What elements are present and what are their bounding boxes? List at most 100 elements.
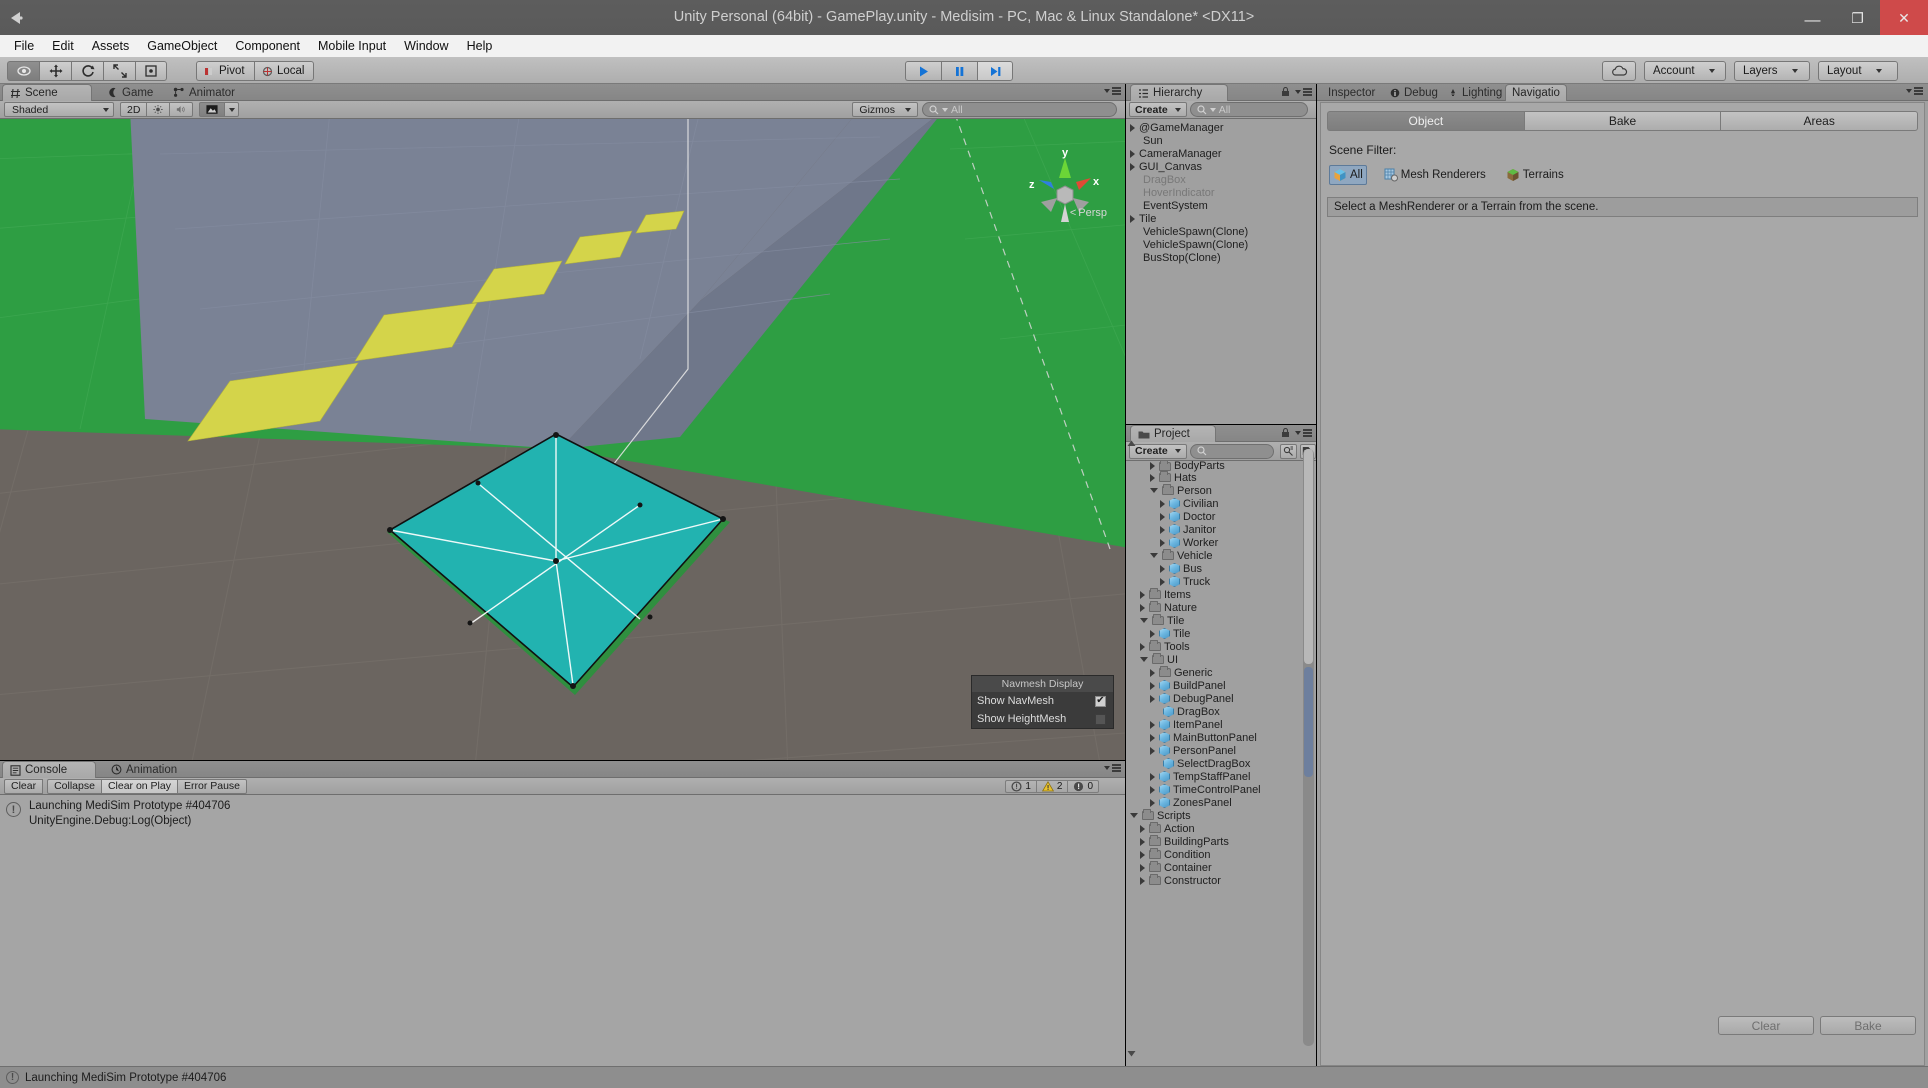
project-item[interactable]: PersonPanel xyxy=(1126,744,1316,757)
expand-triangle-icon[interactable] xyxy=(1150,462,1155,470)
expand-triangle-icon[interactable] xyxy=(1150,733,1155,742)
menu-window[interactable]: Window xyxy=(395,36,457,56)
navmesh-show-navmesh-row[interactable]: Show NavMesh ✔ xyxy=(972,692,1113,710)
scene-projection-label[interactable]: < Persp xyxy=(1070,207,1107,219)
nav-segment-bake[interactable]: Bake xyxy=(1523,111,1721,131)
collapse-triangle-icon[interactable] xyxy=(1150,553,1158,558)
project-item[interactable]: Items xyxy=(1126,588,1316,601)
gizmos-dropdown[interactable]: Gizmos xyxy=(852,102,918,117)
project-item[interactable]: Civilian xyxy=(1126,497,1316,510)
scene-3d-viewport[interactable]: y z x < Persp Navmesh Display Show NavMe… xyxy=(0,119,1125,760)
menu-component[interactable]: Component xyxy=(226,36,309,56)
draw-mode-dropdown[interactable]: Shaded xyxy=(4,102,114,117)
tab-console[interactable]: Console xyxy=(2,761,96,778)
navmesh-show-heightmesh-checkbox[interactable] xyxy=(1095,713,1106,725)
menu-edit[interactable]: Edit xyxy=(43,36,83,56)
bake-navmesh-button[interactable]: Bake xyxy=(1820,1016,1916,1035)
console-collapse-button[interactable]: Collapse xyxy=(47,778,102,794)
project-item[interactable]: MainButtonPanel xyxy=(1126,731,1316,744)
expand-triangle-icon[interactable] xyxy=(1130,162,1135,171)
layers-dropdown[interactable]: Layers xyxy=(1734,61,1810,81)
menu-mobile-input[interactable]: Mobile Input xyxy=(309,36,395,56)
expand-triangle-icon[interactable] xyxy=(1160,525,1165,534)
scale-tool-button[interactable] xyxy=(103,61,135,81)
project-item[interactable]: TempStaffPanel xyxy=(1126,770,1316,783)
project-item[interactable]: ItemPanel xyxy=(1126,718,1316,731)
hierarchy-item[interactable]: Sun xyxy=(1126,134,1316,147)
scene-lighting-toggle[interactable] xyxy=(146,102,171,117)
console-error-pause-button[interactable]: Error Pause xyxy=(176,778,248,794)
expand-triangle-icon[interactable] xyxy=(1150,772,1155,781)
hierarchy-item[interactable]: GUI_Canvas xyxy=(1126,160,1316,173)
project-item[interactable]: BuildingParts xyxy=(1126,835,1316,848)
nav-segment-object[interactable]: Object xyxy=(1327,111,1524,131)
tab-scene[interactable]: Scene xyxy=(2,84,92,101)
expand-triangle-icon[interactable] xyxy=(1140,863,1145,872)
project-item[interactable]: SelectDragBox xyxy=(1126,757,1316,770)
project-search-input[interactable] xyxy=(1189,443,1275,459)
local-toggle-button[interactable]: Local xyxy=(254,61,314,81)
project-item[interactable]: Hats xyxy=(1126,471,1316,484)
menu-file[interactable]: File xyxy=(5,36,43,56)
hierarchy-list[interactable]: @GameManager Sun CameraManager GUI_Canvas Dr… xyxy=(1126,119,1316,424)
project-item[interactable]: Constructor xyxy=(1126,874,1316,887)
scene-audio-toggle[interactable] xyxy=(169,102,194,117)
scene-effects-dropdown[interactable] xyxy=(224,102,240,117)
project-scrollbar[interactable] xyxy=(1303,449,1314,1046)
expand-triangle-icon[interactable] xyxy=(1150,681,1155,690)
project-item[interactable]: Tile xyxy=(1126,614,1316,627)
project-item[interactable]: Container xyxy=(1126,861,1316,874)
navmesh-display-popup[interactable]: Navmesh Display Show NavMesh ✔ Show Heig… xyxy=(971,675,1114,729)
hierarchy-create-button[interactable]: Create xyxy=(1129,102,1187,117)
project-item[interactable]: TimeControlPanel xyxy=(1126,783,1316,796)
expand-triangle-icon[interactable] xyxy=(1140,837,1145,846)
expand-triangle-icon[interactable] xyxy=(1150,785,1155,794)
menu-gameobject[interactable]: GameObject xyxy=(138,36,226,56)
project-item[interactable]: Action xyxy=(1126,822,1316,835)
hierarchy-item[interactable]: CameraManager xyxy=(1126,147,1316,160)
menu-assets[interactable]: Assets xyxy=(83,36,139,56)
tab-game[interactable]: Game xyxy=(100,84,163,101)
project-item[interactable]: Janitor xyxy=(1126,523,1316,536)
console-log-entry[interactable]: ! Launching MediSim Prototype #404706 Un… xyxy=(0,795,1125,833)
expand-triangle-icon[interactable] xyxy=(1150,694,1155,703)
scene-panel-menu-button[interactable] xyxy=(1104,87,1121,95)
project-item[interactable]: UI xyxy=(1126,653,1316,666)
lock-icon[interactable] xyxy=(1281,428,1290,438)
toggle-2d-button[interactable]: 2D xyxy=(120,102,148,117)
project-item[interactable]: Tile xyxy=(1126,627,1316,640)
expand-triangle-icon[interactable] xyxy=(1130,149,1135,158)
project-scroll-up-arrow[interactable] xyxy=(1127,439,1136,448)
expand-triangle-icon[interactable] xyxy=(1140,590,1145,599)
expand-triangle-icon[interactable] xyxy=(1140,824,1145,833)
hierarchy-item[interactable]: @GameManager xyxy=(1126,121,1316,134)
project-scroll-down-arrow[interactable] xyxy=(1127,1049,1136,1058)
expand-triangle-icon[interactable] xyxy=(1150,473,1155,482)
project-item[interactable]: Vehicle xyxy=(1126,549,1316,562)
project-panel-menu-button[interactable] xyxy=(1281,428,1312,438)
project-item[interactable]: Tools xyxy=(1126,640,1316,653)
project-filter-type-button[interactable] xyxy=(1280,443,1297,459)
tab-navigation[interactable]: Navigatio xyxy=(1505,84,1567,101)
tab-lighting[interactable]: Lighting xyxy=(1441,84,1512,101)
scene-effects-toggle[interactable] xyxy=(199,102,226,117)
cloud-services-button[interactable] xyxy=(1602,61,1636,81)
project-item[interactable]: Truck xyxy=(1126,575,1316,588)
pivot-toggle-button[interactable]: Pivot xyxy=(196,61,254,81)
scene-orientation-gizmo[interactable]: y z x xyxy=(1021,144,1109,244)
hand-tool-button[interactable] xyxy=(7,61,39,81)
scene-filter-terrains[interactable]: Terrains xyxy=(1503,166,1567,184)
tab-inspector[interactable]: Inspector xyxy=(1321,84,1385,101)
expand-triangle-icon[interactable] xyxy=(1150,746,1155,755)
project-item[interactable]: Bus xyxy=(1126,562,1316,575)
console-warning-count[interactable]: 2 xyxy=(1035,780,1068,793)
expand-triangle-icon[interactable] xyxy=(1160,512,1165,521)
expand-triangle-icon[interactable] xyxy=(1150,629,1155,638)
expand-triangle-icon[interactable] xyxy=(1160,577,1165,586)
expand-triangle-icon[interactable] xyxy=(1140,642,1145,651)
hierarchy-item[interactable]: BusStop(Clone) xyxy=(1126,251,1316,264)
rotate-tool-button[interactable] xyxy=(71,61,103,81)
expand-triangle-icon[interactable] xyxy=(1150,720,1155,729)
tab-hierarchy[interactable]: Hierarchy xyxy=(1130,84,1228,101)
project-item[interactable]: BuildPanel xyxy=(1126,679,1316,692)
